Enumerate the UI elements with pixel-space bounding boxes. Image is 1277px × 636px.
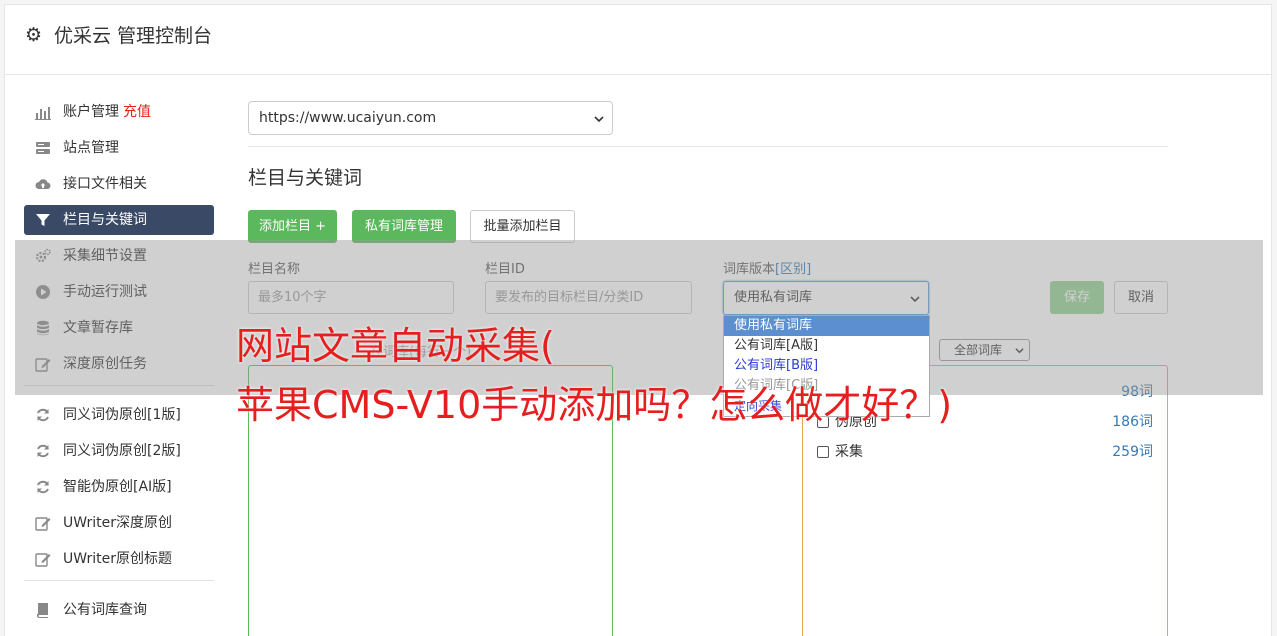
chevron-down-icon [594, 116, 604, 123]
list-item[interactable]: 采集 259词 [817, 442, 1157, 462]
page-title: 优采云 管理控制台 [54, 25, 213, 47]
chevron-down-icon [1015, 348, 1024, 354]
lib-version-value: 使用私有词库 [734, 290, 813, 305]
refresh-icon [37, 408, 49, 422]
sidebar-item-synonym-v2[interactable]: 同义词伪原创[2版] [24, 436, 214, 466]
lib-filter-select[interactable]: 全部词库 [939, 339, 1030, 361]
dropdown-option[interactable]: 公有词库[A版] [724, 336, 929, 356]
sidebar-item-synonym-v1[interactable]: 同义词伪原创[1版] [24, 400, 214, 430]
sidebar-item-ai-rewrite[interactable]: 智能伪原创[AI版] [24, 472, 214, 502]
sidebar-item-label: 同义词伪原创[2版] [63, 443, 181, 459]
edit-icon [35, 358, 51, 372]
lib-version-label: 词库版本[区别] [723, 261, 811, 279]
save-button[interactable]: 保存 [1050, 281, 1104, 314]
lib-version-select[interactable]: 使用私有词库 [723, 281, 929, 315]
sidebar-item-label: 栏目与关键词 [63, 212, 147, 228]
sidebar-item-article-storage[interactable]: 文章暂存库 [24, 313, 214, 343]
filter-icon [36, 214, 50, 226]
chevron-down-icon [910, 296, 920, 303]
sidebar-item-label: 账户管理 [63, 104, 119, 120]
column-name-input[interactable]: 最多10个字 [248, 281, 454, 314]
library-name: 采集 [835, 444, 863, 460]
sidebar-item-uwriter-title[interactable]: UWriter原创标题 [24, 544, 214, 574]
edit-icon [35, 553, 51, 567]
sidebar-item-label: 文章暂存库 [63, 320, 133, 336]
sidebar-item-public-lib-query[interactable]: 公有词库查询 [24, 595, 214, 625]
sidebar-item-label: 接口文件相关 [63, 176, 147, 192]
library-checkbox[interactable] [817, 446, 829, 458]
bar-chart-icon [35, 107, 51, 120]
sidebar-item-label: 站点管理 [63, 140, 119, 156]
sidebar-item-account[interactable]: 账户管理 充值 [24, 97, 214, 127]
play-circle-icon [36, 285, 50, 299]
sidebar-item-label: 智能伪原创[AI版] [63, 479, 172, 495]
add-column-button[interactable]: 添加栏目 + [248, 210, 337, 243]
library-count: 259词 [1112, 444, 1153, 460]
divider [248, 146, 1168, 147]
sidebar-item-interface-files[interactable]: 接口文件相关 [24, 169, 214, 199]
recharge-link[interactable]: 充值 [123, 104, 151, 120]
lib-version-label-text: 词库版本 [723, 262, 776, 277]
cogs-icon [35, 248, 51, 263]
site-select-value: https://www.ucaiyun.com [259, 110, 437, 126]
edit-icon [35, 517, 51, 531]
sidebar-item-deep-original-task[interactable]: 深度原创任务 [24, 349, 214, 379]
overlay-headline-line2: 苹果CMS-V10手动添加吗？怎么做才好？) [236, 383, 953, 427]
column-id-label: 栏目ID [485, 262, 525, 277]
sidebar-item-uwriter-deep[interactable]: UWriter深度原创 [24, 508, 214, 538]
private-lib-button[interactable]: 私有词库管理 [352, 210, 456, 243]
cloud-upload-icon [35, 179, 51, 190]
sidebar-item-label: 采集细节设置 [63, 248, 147, 264]
overlay-headline-line1: 网站文章自动采集( [236, 324, 555, 368]
site-select[interactable]: https://www.ucaiyun.com [248, 101, 613, 135]
sidebar-item-collect-settings[interactable]: 采集细节设置 [24, 241, 214, 271]
sidebar-item-label: 手动运行测试 [63, 284, 147, 300]
sidebar: 账户管理 充值 站点管理 接口文件相关 栏目与关键词 采集细节设置 手动运行测试 … [24, 97, 214, 631]
database-icon [37, 320, 49, 336]
lib-filter-value: 全部词库 [954, 343, 1003, 357]
dropdown-option[interactable]: 使用私有词库 [724, 316, 929, 336]
sidebar-item-label: 公有词库查询 [63, 602, 147, 618]
sidebar-divider [24, 385, 214, 386]
header: ⚙ 优采云 管理控制台 [5, 5, 1271, 75]
sidebar-item-sites[interactable]: 站点管理 [24, 133, 214, 163]
refresh-icon [37, 480, 49, 494]
library-count: 98词 [1121, 384, 1153, 400]
book-icon [36, 603, 48, 618]
cancel-button[interactable]: 取消 [1114, 281, 1168, 314]
refresh-icon [37, 444, 49, 458]
sidebar-item-label: UWriter原创标题 [63, 551, 172, 567]
server-icon [36, 142, 50, 154]
column-name-label: 栏目名称 [248, 262, 301, 277]
sidebar-divider [24, 580, 214, 581]
sidebar-item-label: 深度原创任务 [63, 356, 147, 372]
sidebar-item-label: 同义词伪原创[1版] [63, 407, 181, 423]
sidebar-item-manual-run[interactable]: 手动运行测试 [24, 277, 214, 307]
dropdown-option[interactable]: 公有词库[B版] [724, 356, 929, 376]
sidebar-item-columns-keywords[interactable]: 栏目与关键词 [24, 205, 214, 235]
batch-add-button[interactable]: 批量添加栏目 [470, 210, 575, 243]
lib-version-diff-link[interactable]: [区别] [775, 262, 811, 277]
column-id-input[interactable]: 要发布的目标栏目/分类ID [485, 281, 692, 314]
sidebar-item-label: UWriter深度原创 [63, 515, 172, 531]
gear-icon: ⚙ [25, 24, 43, 46]
section-title: 栏目与关键词 [248, 167, 363, 189]
library-count: 186词 [1112, 414, 1153, 430]
